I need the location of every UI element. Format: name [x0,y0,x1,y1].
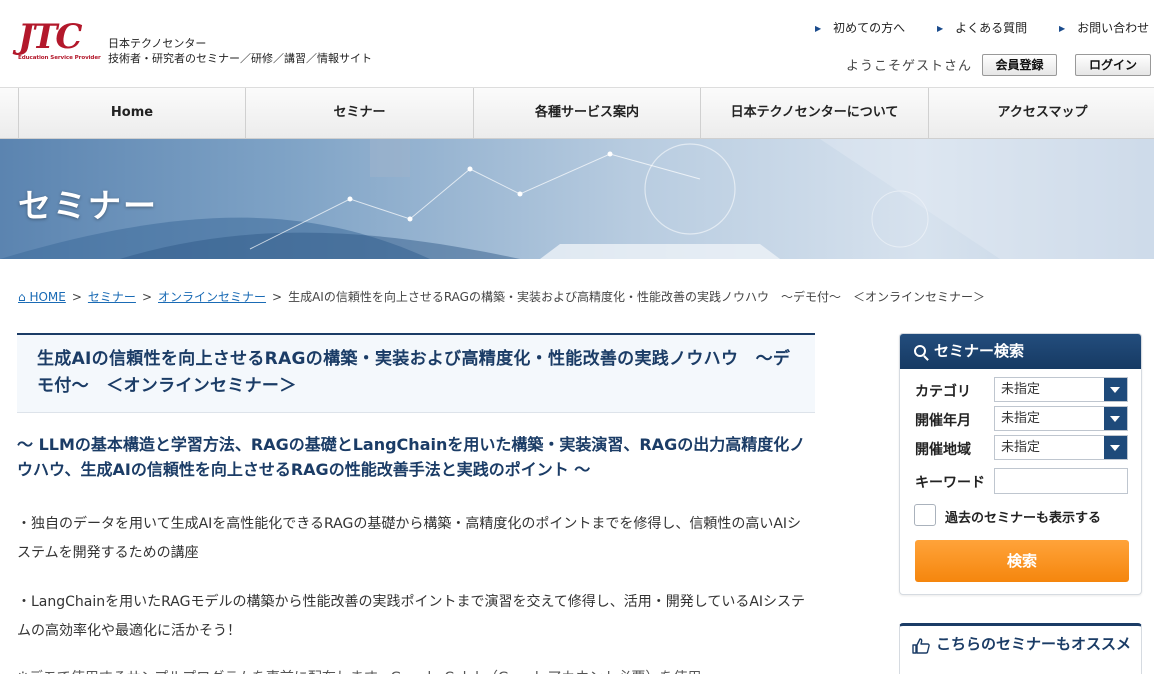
past-seminars-label[interactable]: 過去のセミナーも表示する [945,507,1101,526]
search-icon [914,345,926,357]
date-select[interactable]: 未指定 [994,406,1128,431]
banner-graphic [0,139,1154,259]
site-header: JTC Education Service Provider 日本テクノセンター… [0,0,1154,87]
nav-home[interactable]: Home [18,88,245,138]
seminar-title-box: 生成AIの信頼性を向上させるRAGの構築・実装および高精度化・性能改善の実践ノウ… [17,333,815,413]
region-select[interactable]: 未指定 [994,435,1128,460]
triangle-right-icon: ▶ [1059,24,1066,33]
category-select[interactable]: 未指定 [994,377,1128,402]
link-contact[interactable]: ▶ お問い合わせ [1059,19,1149,36]
breadcrumb-separator: > [141,290,152,304]
banner-title: セミナー [18,186,158,225]
breadcrumb-seminar[interactable]: セミナー [88,290,136,304]
description-paragraph-2: ・LangChainを用いたRAGモデルの構築から性能改善の実践ポイントまで演習… [17,594,806,639]
keyword-input[interactable] [994,468,1128,494]
link-faq[interactable]: ▶ よくある質問 [937,19,1027,36]
recommend-panel: こちらのセミナーもオススメ [899,623,1142,674]
logo-mark: JTC [18,17,82,57]
login-button[interactable]: ログイン [1075,54,1151,76]
nav-access[interactable]: アクセスマップ [928,88,1154,138]
category-label: カテゴリ [915,384,971,400]
triangle-right-icon: ▶ [937,24,944,33]
register-button[interactable]: 会員登録 [982,54,1057,76]
breadcrumb: ⌂ HOME > セミナー > オンラインセミナー > 生成AIの信頼性を向上させるRAGの… [18,288,985,305]
page-title: 生成AIの信頼性を向上させるRAGの構築・実装および高精度化・性能改善の実践ノウ… [37,349,791,396]
breadcrumb-separator: > [71,290,82,304]
region-label: 開催地域 [915,442,971,458]
jtc-logo[interactable]: JTC Education Service Provider [18,17,101,64]
search-panel-header: セミナー検索 [900,334,1141,369]
seminar-subtitle: ～ LLMの基本構造と学習方法、RAGの基礎とLangChainを用いた構築・実… [17,435,806,479]
site-name-line-2: 技術者・研究者のセミナー／研修／講習／情報サイト [108,52,372,65]
chevron-down-icon [1104,378,1127,401]
keyword-label: キーワード [915,475,985,491]
breadcrumb-current: 生成AIの信頼性を向上させるRAGの構築・実装および高精度化・性能改善の実践ノウ… [288,290,985,304]
site-name-line-1: 日本テクノセンター [108,37,207,50]
past-seminars-checkbox[interactable] [914,504,936,526]
home-icon: ⌂ [18,290,26,304]
description-paragraph-3: ※デモで使用するサンプルプログラムを事前に配布します。Google Colab（… [17,664,815,674]
seminar-search-panel: セミナー検索 カテゴリ 未指定 開催年月 未指定 開催地域 未指定 キーワード … [899,333,1142,595]
search-button[interactable]: 検索 [915,540,1129,582]
recommend-title[interactable]: こちらのセミナーもオススメ [912,634,1134,654]
breadcrumb-home[interactable]: ⌂ HOME [18,290,66,304]
link-first-time[interactable]: ▶ 初めての方へ [815,19,905,36]
breadcrumb-separator: > [272,290,283,304]
nav-seminar[interactable]: セミナー [245,88,473,138]
chevron-down-icon [1104,407,1127,430]
breadcrumb-online[interactable]: オンラインセミナー [158,290,266,304]
logo-subtitle: Education Service Provider [18,55,101,61]
top-links: ▶ 初めての方へ ▶ よくある質問 ▶ お問い合わせ [815,19,1154,36]
global-nav: Home セミナー 各種サービス案内 日本テクノセンターについて アクセスマップ [0,87,1154,139]
triangle-right-icon: ▶ [815,24,822,33]
chevron-down-icon [1104,436,1127,459]
nav-about[interactable]: 日本テクノセンターについて [700,88,928,138]
page-banner: セミナー [0,139,1154,259]
nav-services[interactable]: 各種サービス案内 [473,88,700,138]
date-label: 開催年月 [915,413,971,429]
description-paragraph-1: ・独自のデータを用いて生成AIを高性能化できるRAGの基礎から構築・高精度化のポ… [17,516,802,561]
site-name: 日本テクノセンター 技術者・研究者のセミナー／研修／講習／情報サイト [108,36,372,66]
welcome-text: ようこそゲストさん [846,59,973,74]
